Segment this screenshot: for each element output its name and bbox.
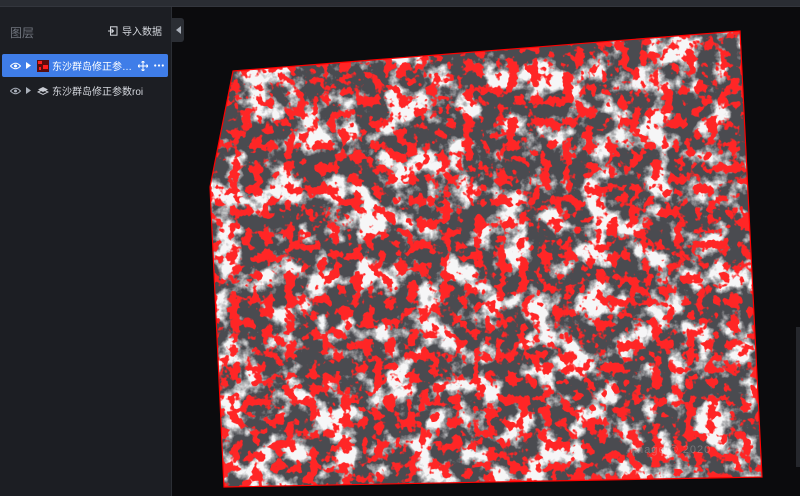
move-icon[interactable]: [138, 60, 148, 71]
scene-footprint: [210, 31, 762, 487]
panel-title: 图层: [10, 26, 35, 40]
layer-name: 东沙群岛修正参数roi: [52, 87, 144, 98]
satellite-image: [209, 30, 763, 488]
top-bar: [0, 0, 800, 7]
eye-icon[interactable]: [7, 87, 23, 95]
map-view[interactable]: Image © 2020: [185, 7, 800, 496]
imagery-watermark: Image © 2020: [630, 444, 712, 456]
classification-thumbnail-icon: [37, 59, 49, 72]
raster-layer-icon: [37, 86, 49, 95]
layer-item-1[interactable]: 东沙群岛修正参数roi...: [2, 54, 168, 77]
import-icon: [108, 25, 118, 36]
layer-panel-header: 图层 导入数据: [0, 7, 172, 53]
import-data-button[interactable]: 导入数据: [108, 23, 162, 38]
chevron-left-icon: [175, 26, 181, 34]
expand-caret-icon[interactable]: [23, 62, 33, 69]
more-options-icon[interactable]: [154, 64, 164, 67]
expand-caret-icon[interactable]: [23, 87, 33, 94]
collapse-panel-button[interactable]: [172, 18, 184, 42]
eye-icon[interactable]: [7, 62, 23, 70]
import-data-label: 导入数据: [122, 27, 162, 38]
layer-panel: 图层 导入数据 东沙群岛修正参数roi...: [0, 7, 172, 496]
layer-name: 东沙群岛修正参数roi...: [52, 62, 138, 73]
map-side-handle[interactable]: [796, 327, 800, 467]
layer-item-2[interactable]: 东沙群岛修正参数roi: [2, 79, 168, 102]
